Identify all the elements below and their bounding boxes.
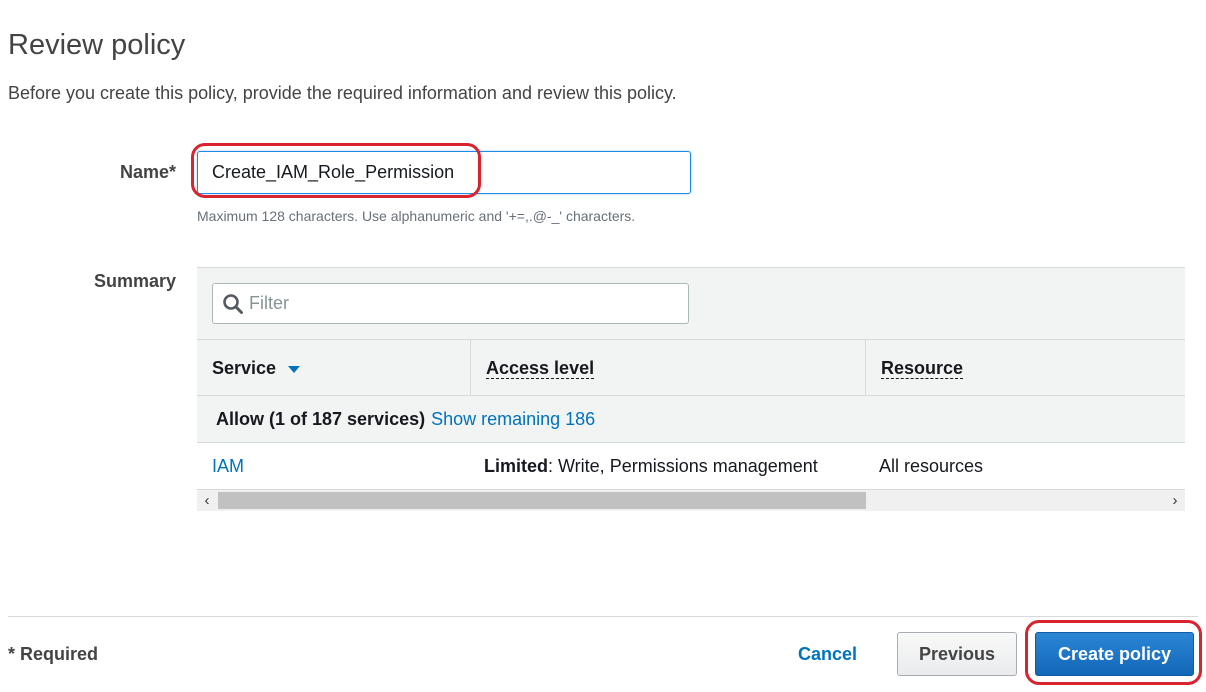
allow-group-row: Allow (1 of 187 services) Show remaining…: [197, 396, 1185, 443]
column-header-service[interactable]: Service: [197, 340, 470, 396]
name-hint: Maximum 128 characters. Use alphanumeric…: [197, 208, 636, 224]
search-icon: [223, 294, 243, 314]
column-header-access-level[interactable]: Access level: [470, 340, 865, 396]
filter-input[interactable]: [247, 284, 677, 323]
summary-label: Summary: [93, 271, 176, 291]
column-header-resource[interactable]: Resource: [865, 340, 1185, 396]
cancel-link[interactable]: Cancel: [798, 644, 857, 665]
summary-table: Service Access level Resource Allow (1 o…: [197, 267, 1185, 511]
caret-down-icon[interactable]: [288, 366, 301, 373]
service-link-iam[interactable]: IAM: [197, 443, 470, 489]
allow-group-label: Allow (1 of 187 services): [216, 408, 426, 429]
footer-divider: [8, 616, 1198, 617]
name-label: Name*: [119, 162, 176, 182]
table-header: Service Access level Resource: [197, 339, 1185, 396]
horizontal-scrollbar[interactable]: ‹ ›: [197, 489, 1185, 511]
column-header-resource-label: Resource: [881, 357, 964, 379]
scroll-left-icon[interactable]: ‹: [197, 490, 217, 511]
page-subtitle: Before you create this policy, provide t…: [8, 83, 677, 103]
filter-bar: [197, 268, 1185, 339]
column-header-service-label: Service: [212, 357, 277, 378]
previous-button[interactable]: Previous: [897, 632, 1017, 676]
access-level-detail: : Write, Permissions management: [548, 455, 818, 476]
access-level-cell: Limited: Write, Permissions management: [470, 443, 865, 489]
show-remaining-link[interactable]: Show remaining 186: [431, 409, 595, 430]
policy-name-input[interactable]: [198, 152, 690, 193]
access-level-prefix: Limited: [484, 455, 549, 476]
column-header-access-level-label: Access level: [486, 357, 595, 379]
create-policy-button[interactable]: Create policy: [1035, 632, 1194, 676]
scrollbar-thumb[interactable]: [218, 492, 866, 509]
page-title: Review policy: [8, 29, 186, 61]
table-row: IAM Limited: Write, Permissions manageme…: [197, 443, 1185, 489]
filter-box[interactable]: [212, 283, 689, 324]
scroll-right-icon[interactable]: ›: [1165, 490, 1185, 511]
resource-cell: All resources: [879, 455, 984, 476]
name-input-container[interactable]: [197, 151, 691, 194]
required-note: * Required: [8, 644, 99, 664]
